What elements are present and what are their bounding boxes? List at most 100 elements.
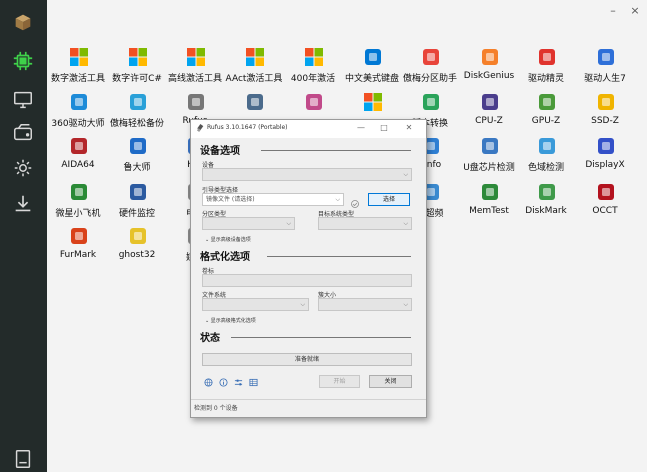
chevron-down-icon: ⌵ <box>403 220 408 227</box>
close-dialog-button[interactable]: 关闭 <box>369 375 412 388</box>
tool-tile[interactable]: MemTest <box>457 182 521 228</box>
tool-tile[interactable]: ghost32 <box>105 226 169 272</box>
cpuz-icon <box>480 92 500 112</box>
tool-tile[interactable]: SSD-Z <box>573 92 637 138</box>
section-divider <box>267 256 411 257</box>
tool-tile[interactable]: DiskGenius <box>457 47 521 93</box>
filesystem-select[interactable]: ⌵ <box>202 298 309 311</box>
chevron-down-icon: ⌵ <box>403 171 408 178</box>
tool-tile[interactable]: AAct激活工具 <box>222 47 286 93</box>
tool-tile[interactable]: 硬件监控 <box>105 182 169 228</box>
globe-icon[interactable] <box>204 378 213 387</box>
tool-tile[interactable]: CPU-Z <box>457 92 521 138</box>
ssdz-icon <box>596 92 616 112</box>
rufus-minimize-button[interactable]: — <box>354 123 368 132</box>
box-logo-icon <box>11 10 35 34</box>
section-divider <box>231 337 411 338</box>
tool-tile[interactable]: 数字许可C# <box>105 47 169 93</box>
tool-tile[interactable]: 中文美式键盘 <box>340 47 404 93</box>
log-table-icon[interactable] <box>249 378 258 387</box>
info-icon[interactable] <box>219 378 228 387</box>
status-bar: 准备就绪 <box>202 353 412 366</box>
windows-logo-icon <box>304 47 324 67</box>
usb-stick-icon <box>186 92 206 112</box>
tool-tile[interactable]: FurMark <box>46 226 110 272</box>
ludashi-icon <box>128 136 148 156</box>
drive-section-title: 设备选项 <box>200 146 240 157</box>
rufus-titlebar[interactable]: Rufus 3.10.1647 (Portable) — □ ✕ <box>191 120 426 138</box>
tool-tile[interactable]: 傲梅分区助手 <box>398 47 462 93</box>
tool-tile[interactable]: 微星小飞机 <box>46 182 110 228</box>
device-select[interactable]: ⌵ <box>202 168 412 181</box>
tool-tile[interactable]: 傲梅轻松备份 <box>105 92 169 138</box>
status-section-title: 状态 <box>200 333 220 344</box>
tool-label: OCCT <box>592 206 618 216</box>
select-image-button[interactable]: 选择 <box>368 193 410 206</box>
partition-scheme-select[interactable]: ⌵ <box>202 217 295 230</box>
tool-tile[interactable]: 360驱动大师 <box>46 92 110 138</box>
tool-tile[interactable]: DisplayX <box>573 136 637 182</box>
tool-tile[interactable]: 数字激活工具 <box>46 47 110 93</box>
driver-life-icon <box>596 47 616 67</box>
tool-label: SSD-Z <box>591 116 619 126</box>
minimize-button[interactable]: – <box>605 4 621 17</box>
usb-chip-icon <box>480 136 500 156</box>
chevron-down-icon: ⌵ <box>335 196 340 203</box>
usb-stick-icon <box>196 124 204 132</box>
tool-label: DisplayX <box>585 160 625 170</box>
format-section-title: 格式化选项 <box>200 252 250 263</box>
aida64-icon <box>69 136 89 156</box>
cpu-chip-icon[interactable] <box>11 49 35 73</box>
rufus-close-button[interactable]: ✕ <box>402 123 416 132</box>
chevron-down-icon: ⌵ <box>403 301 408 308</box>
driver-genius-icon <box>537 47 557 67</box>
tool-tile[interactable]: OCCT <box>573 182 637 228</box>
windows-logo-icon <box>363 92 383 112</box>
tool-label: 驱动人生7 <box>584 74 626 84</box>
advanced-format-toggle[interactable]: ⌄ 显示高级格式化选项 <box>205 317 256 324</box>
target-system-select[interactable]: ⌵ <box>318 217 412 230</box>
installer-icon <box>245 92 265 112</box>
cd-disc-icon <box>304 92 324 112</box>
hard-drive-icon[interactable] <box>11 121 35 145</box>
tool-tile[interactable]: AIDA64 <box>46 136 110 182</box>
footer-divider <box>191 399 426 400</box>
tool-tile[interactable]: 高线激活工具 <box>163 47 227 93</box>
partition-pie-icon <box>421 47 441 67</box>
advanced-drive-toggle[interactable]: ⌄ 显示高级设备选项 <box>205 236 251 243</box>
volume-label-input[interactable] <box>202 274 412 287</box>
tool-tile[interactable]: 鲁大师 <box>105 136 169 182</box>
windows-logo-icon <box>245 47 265 67</box>
chevron-down-icon: ⌵ <box>300 301 305 308</box>
boot-type-select[interactable]: 镜像文件 (请选择) ⌵ <box>202 193 344 206</box>
vscode-icon <box>363 47 383 67</box>
monitor-icon[interactable] <box>11 88 35 112</box>
memtest-icon <box>480 182 500 202</box>
rufus-title: Rufus 3.10.1647 (Portable) <box>207 124 288 131</box>
close-button[interactable]: × <box>627 4 643 17</box>
tool-tile[interactable]: 400年激活 <box>281 47 345 93</box>
cluster-size-select[interactable]: ⌵ <box>318 298 412 311</box>
tool-tile[interactable]: 色域检测 <box>514 136 578 182</box>
tool-tile[interactable]: U盘芯片检测 <box>457 136 521 182</box>
rufus-dialog: Rufus 3.10.1647 (Portable) — □ ✕ 设备选项 设备… <box>190 119 427 418</box>
settings-sliders-icon[interactable] <box>234 378 243 387</box>
document-icon[interactable] <box>11 447 35 471</box>
diskgenius-icon <box>480 47 500 67</box>
rufus-maximize-button[interactable]: □ <box>377 123 391 132</box>
tool-tile[interactable]: 驱动精灵 <box>514 47 578 93</box>
windows-logo-icon <box>128 47 148 67</box>
check-circle-icon[interactable] <box>350 194 360 208</box>
occt-icon <box>596 182 616 202</box>
download-icon[interactable] <box>11 192 35 216</box>
diskmark-icon <box>537 182 557 202</box>
gpuz-icon <box>537 92 557 112</box>
backup-icon <box>128 92 148 112</box>
tool-tile[interactable]: 驱动人生7 <box>573 47 637 93</box>
start-button[interactable]: 开始 <box>319 375 360 388</box>
tool-tile[interactable]: DiskMark <box>514 182 578 228</box>
settings-gear-icon[interactable] <box>11 156 35 180</box>
device-count-status: 检测到 0 个设备 <box>194 405 238 412</box>
tool-tile[interactable]: GPU-Z <box>514 92 578 138</box>
convert-arrows-icon <box>421 92 441 112</box>
